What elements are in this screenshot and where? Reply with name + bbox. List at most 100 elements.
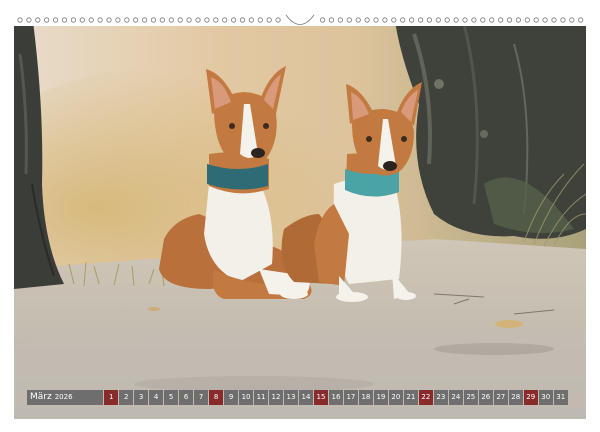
binding-hole — [275, 17, 281, 23]
day-cell-sunday: 22 — [419, 390, 433, 405]
binding-hole — [489, 17, 495, 23]
binding-hole — [391, 17, 397, 23]
binding-hole — [444, 17, 450, 23]
day-cell: 31 — [553, 390, 568, 405]
binding-hole — [346, 17, 352, 23]
day-cell: 26 — [479, 390, 493, 405]
binding-hole — [133, 17, 139, 23]
binding-hole — [70, 17, 77, 23]
day-cell: 4 — [149, 390, 163, 405]
calendar-bar: März 2026 1 2 3 4 5 6 7 8 9 10 11 12 13 14 15 16 17 18 19 20… — [27, 390, 573, 405]
binding-hole — [319, 17, 326, 23]
binding-hole — [524, 17, 530, 23]
binding-hole — [337, 17, 343, 23]
binding-hole — [195, 17, 201, 23]
binding-hole — [435, 17, 441, 23]
binding-hole — [462, 17, 468, 23]
binding-hole — [44, 17, 50, 23]
day-cell: 5 — [164, 390, 178, 405]
day-cell: 14 — [299, 390, 313, 405]
binding-hole — [142, 17, 148, 23]
binding-hole — [168, 17, 174, 23]
binding-hole — [231, 17, 237, 23]
day-cell: 7 — [194, 390, 208, 405]
binding-hole — [88, 17, 94, 23]
day-cell: 19 — [374, 390, 388, 405]
day-cells: 1 2 3 4 5 6 7 8 9 10 11 12 13 14 15 16 17 18 19 20 21 22 23 24 2… — [103, 390, 573, 405]
day-cell: 20 — [389, 390, 403, 405]
binding-hole — [355, 17, 361, 23]
binding-hole — [408, 17, 415, 23]
day-cell: 25 — [464, 390, 478, 405]
binding-hole — [35, 17, 41, 23]
binding-hole — [61, 17, 68, 23]
day-cell: 13 — [284, 390, 298, 405]
binding-hole — [177, 17, 183, 23]
day-cell: 3 — [134, 390, 148, 405]
binding-hole — [480, 17, 486, 23]
binding-hole — [115, 17, 121, 23]
day-cell: 12 — [269, 390, 283, 405]
binding-hole — [52, 17, 59, 23]
day-cell-sunday: 29 — [523, 390, 538, 405]
day-cell: 16 — [329, 390, 343, 405]
binding-hole — [373, 17, 379, 23]
binding-hole — [159, 17, 165, 23]
binding-hole — [426, 17, 432, 23]
binding-hole — [515, 17, 521, 23]
day-cell: 17 — [344, 390, 358, 405]
binding-hole — [471, 17, 477, 23]
binding-hole — [364, 17, 370, 23]
binding-hole — [328, 17, 335, 23]
day-cell: 6 — [179, 390, 193, 405]
binding-hole — [248, 17, 254, 23]
binding-hole — [106, 17, 112, 23]
day-cell: 30 — [538, 390, 553, 405]
binding-hole — [417, 17, 424, 23]
binding-hole — [150, 17, 157, 23]
binding-hole — [222, 17, 228, 23]
calendar-page: März 2026 1 2 3 4 5 6 7 8 9 10 11 12 13 14 15 16 17 18 19 20… — [0, 0, 600, 432]
binding-holes — [14, 14, 586, 26]
binding-hole — [239, 17, 246, 23]
day-cell: 23 — [434, 390, 448, 405]
day-cell: 9 — [224, 390, 238, 405]
binding-hole — [204, 17, 210, 23]
day-cell: 18 — [359, 390, 373, 405]
day-cell: 2 — [119, 390, 133, 405]
binding-hole — [26, 17, 32, 23]
binding-hole — [266, 17, 272, 23]
day-cell: 28 — [508, 390, 523, 405]
day-cell: 11 — [254, 390, 268, 405]
binding-hole — [257, 17, 263, 23]
day-cell: 21 — [404, 390, 418, 405]
month-name: März — [30, 392, 52, 402]
binding-hole — [213, 17, 219, 23]
photo — [14, 14, 586, 419]
binding-hole — [569, 17, 575, 23]
day-cell: 10 — [239, 390, 253, 405]
binding-hole — [186, 17, 192, 23]
binding-hole — [17, 17, 23, 23]
binding-hole — [79, 17, 85, 23]
binding-hole — [533, 17, 539, 23]
binding-hole — [497, 17, 504, 23]
binding-hole — [124, 17, 130, 23]
day-cell-sunday: 8 — [209, 390, 223, 405]
binding-hole — [560, 17, 566, 23]
day-cell-sunday: 15 — [314, 390, 328, 405]
spiral-binding — [14, 14, 586, 26]
binding-hole — [382, 17, 388, 23]
month-year: 2026 — [54, 393, 73, 401]
binding-hole — [453, 17, 459, 23]
photo-illustration — [14, 14, 586, 419]
binding-hole — [400, 17, 406, 23]
day-cell-sunday: 1 — [104, 390, 118, 405]
binding-hole — [506, 17, 513, 23]
binding-hole — [542, 17, 548, 23]
binding-hole — [97, 17, 103, 23]
day-cell: 27 — [493, 390, 508, 405]
month-label: März 2026 — [27, 390, 103, 405]
binding-hole — [578, 17, 584, 23]
day-cell: 24 — [449, 390, 463, 405]
